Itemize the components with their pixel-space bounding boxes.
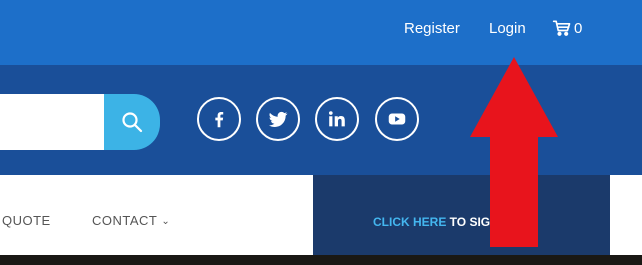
linkedin-icon <box>328 111 345 127</box>
chevron-down-icon: ⌄ <box>161 216 171 227</box>
youtube-link[interactable] <box>375 97 419 141</box>
twitter-icon <box>269 111 288 127</box>
cart-icon <box>552 20 571 36</box>
search-button[interactable] <box>104 94 160 150</box>
hero-image-strip <box>0 255 642 265</box>
twitter-link[interactable] <box>256 97 300 141</box>
search-input[interactable] <box>0 94 104 150</box>
cart-count: 0 <box>574 19 583 37</box>
nav-item-contact[interactable]: CONTACT ⌄ <box>92 213 170 228</box>
facebook-link[interactable] <box>197 97 241 141</box>
cart-button[interactable]: 0 <box>552 18 582 38</box>
search-icon <box>122 112 143 133</box>
sign-up-banner[interactable]: CLICK HERE TO SIGN UP <box>313 175 610 255</box>
nav-item-quote[interactable]: QUOTE <box>2 213 51 228</box>
nav-item-contact-label: CONTACT <box>92 213 158 228</box>
login-link[interactable]: Login <box>489 20 526 37</box>
sign-up-text: CLICK HERE TO SIGN UP <box>373 215 519 229</box>
linkedin-link[interactable] <box>315 97 359 141</box>
search-box <box>0 94 160 150</box>
youtube-icon <box>388 113 406 125</box>
header-bar <box>0 65 642 175</box>
register-link[interactable]: Register <box>404 20 460 37</box>
facebook-icon <box>215 111 224 128</box>
sign-up-rest: TO SIGN UP <box>446 215 519 229</box>
sign-up-highlight: CLICK HERE <box>373 215 447 229</box>
top-bar: Register Login 0 <box>0 0 642 65</box>
